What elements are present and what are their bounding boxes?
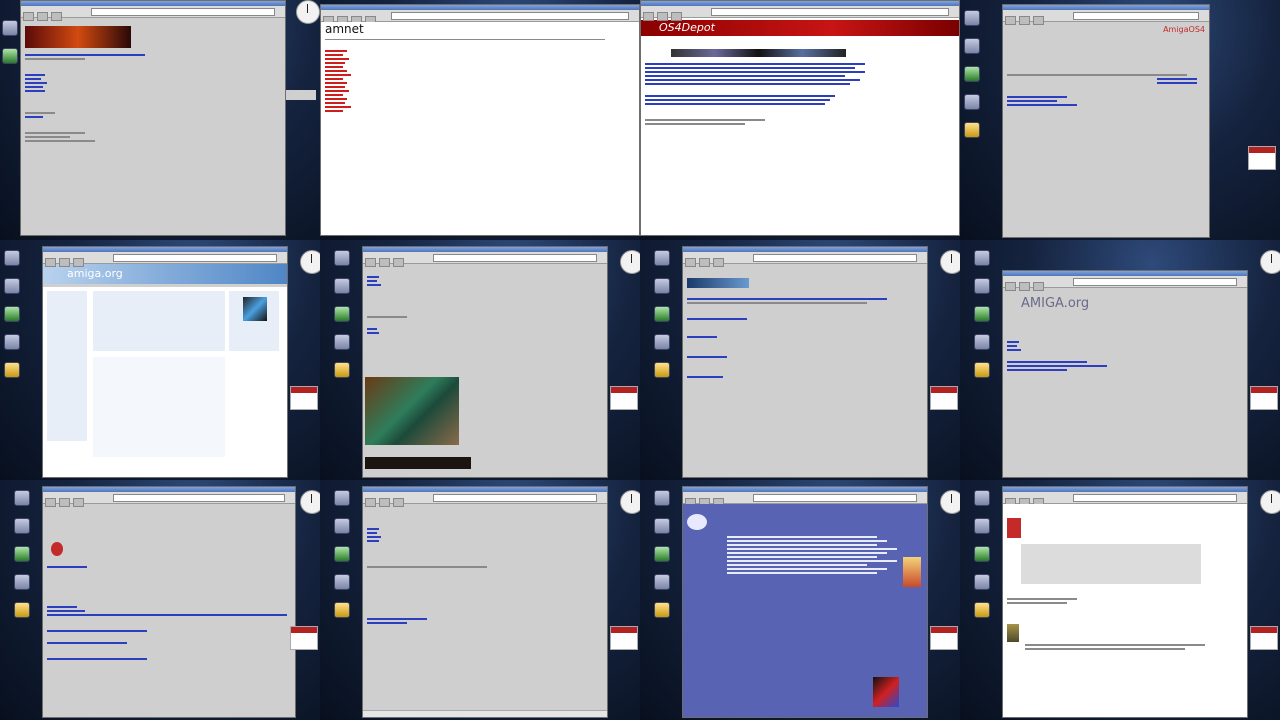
clock-icon bbox=[620, 490, 640, 514]
calendar-icon bbox=[610, 386, 638, 410]
calendar-icon bbox=[610, 626, 638, 650]
browser-window-4[interactable]: AmigaOS4 bbox=[1002, 4, 1210, 238]
browser-window-9[interactable] bbox=[42, 486, 296, 718]
clock-icon bbox=[296, 0, 320, 24]
calendar-icon bbox=[1248, 146, 1276, 170]
browser-window-7[interactable] bbox=[682, 246, 928, 478]
clock-icon bbox=[620, 250, 640, 274]
calendar-icon bbox=[290, 386, 318, 410]
calendar-icon bbox=[930, 626, 958, 650]
hardware-photo bbox=[365, 377, 459, 445]
tile-10 bbox=[320, 480, 640, 720]
browser-window-8[interactable]: AMIGA.org bbox=[1002, 270, 1248, 478]
browser-window-5[interactable]: amiga.org bbox=[42, 246, 288, 478]
amiga-org-logo: AMIGA.org bbox=[1021, 296, 1090, 311]
browser-window-2[interactable]: amnet bbox=[320, 4, 640, 236]
tile-3: OS4Depot bbox=[640, 0, 960, 240]
clock-icon bbox=[1260, 250, 1280, 274]
calendar-icon bbox=[930, 386, 958, 410]
tile-1 bbox=[0, 0, 320, 240]
clock-icon bbox=[940, 490, 960, 514]
tile-6 bbox=[320, 240, 640, 480]
tile-9 bbox=[0, 480, 320, 720]
tile-5: amiga.org bbox=[0, 240, 320, 480]
browser-window-6[interactable] bbox=[362, 246, 608, 478]
tile-2: amnet bbox=[320, 0, 640, 240]
tile-7 bbox=[640, 240, 960, 480]
browser-window-12[interactable] bbox=[1002, 486, 1248, 718]
clock-icon bbox=[300, 490, 320, 514]
calendar-icon bbox=[1250, 386, 1278, 410]
tile-11 bbox=[640, 480, 960, 720]
calendar-icon bbox=[1250, 626, 1278, 650]
os4depot-banner: OS4Depot bbox=[641, 20, 959, 36]
clock-icon bbox=[1260, 490, 1280, 514]
browser-window-10[interactable] bbox=[362, 486, 608, 718]
browser-window-11[interactable] bbox=[682, 486, 928, 718]
amiga-org-banner: amiga.org bbox=[43, 264, 287, 284]
screenshot-grid: amnet OS4Depot AmigaOS4 amiga.org AMIGA.… bbox=[0, 0, 1280, 720]
tile-12 bbox=[960, 480, 1280, 720]
tile-4: AmigaOS4 bbox=[960, 0, 1280, 240]
browser-window-3[interactable]: OS4Depot bbox=[640, 0, 960, 236]
calendar-icon bbox=[290, 626, 318, 650]
clock-icon bbox=[940, 250, 960, 274]
clock-icon bbox=[300, 250, 320, 274]
amnet-logo: amnet bbox=[325, 22, 364, 36]
browser-window-1[interactable] bbox=[20, 0, 286, 236]
amigaos-logo: AmigaOS4 bbox=[1163, 25, 1205, 34]
tile-8: AMIGA.org bbox=[960, 240, 1280, 480]
